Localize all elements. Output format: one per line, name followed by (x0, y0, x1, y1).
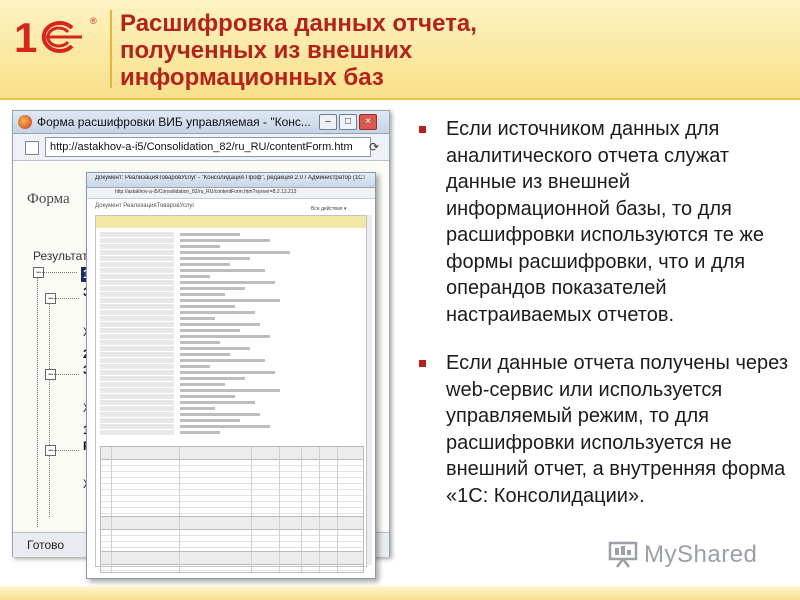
all-actions-menu[interactable]: Все действия ▾ (311, 206, 346, 212)
tree-connector (37, 277, 38, 527)
document-table-column-line (111, 517, 112, 555)
bullet-marker (419, 126, 426, 133)
document-window: Документ: РеализацияТоваровУслуг - "Конс… (86, 172, 376, 579)
firefox-icon (18, 115, 32, 129)
tree-connector (37, 272, 77, 273)
document-sheet (95, 215, 367, 573)
close-icon[interactable]: × (359, 114, 377, 130)
document-table (100, 516, 364, 556)
bullet-text: Если источником данных для аналитическог… (446, 118, 764, 326)
slide-header: 1 ® Расшифровка данных отчета, полученны… (0, 0, 800, 100)
document-table-header (101, 552, 363, 565)
1c-logo: 1 ® (14, 14, 97, 61)
document-table-column-line (179, 447, 180, 521)
page-icon (25, 141, 39, 155)
document-url[interactable]: http://astakhov-a-i5/Consolidation_82/ru… (115, 189, 370, 195)
result-label: Результат: (33, 249, 91, 263)
document-table-column-line (337, 517, 338, 555)
presentation-board-icon (608, 541, 638, 568)
slide-title: Расшифровка данных отчета, полученных из… (120, 10, 790, 91)
bullet-item: Если источником данных для аналитическог… (418, 116, 790, 328)
document-address-bar: http://astakhov-a-i5/Consolidation_82/ru… (87, 188, 375, 199)
document-table-column-line (279, 447, 280, 521)
document-table-header (101, 517, 363, 530)
document-window-titlebar: Документ: РеализацияТоваровУслуг - "Конс… (87, 173, 375, 188)
browser-titlebar: Форма расшифровки ВИБ управляемая - "Кон… (13, 111, 389, 134)
browser-address-bar: http://astakhov-a-i5/Consolidation_82/ru… (13, 134, 389, 161)
document-table-column-line (279, 517, 280, 555)
minimize-icon[interactable]: – (319, 114, 337, 130)
bullet-item: Если данные отчета получены через web-се… (418, 350, 790, 509)
document-table-row (101, 565, 363, 571)
myshared-watermark: MyShared (608, 538, 778, 572)
maximize-icon[interactable]: □ (339, 114, 357, 130)
form-label: Форма (27, 191, 70, 207)
document-table-column-line (111, 447, 112, 521)
bullet-text: Если данные отчета получены через web-се… (446, 352, 789, 507)
1c-logo-mark: 1 (14, 14, 82, 61)
tree-view: − − − − (33, 267, 83, 527)
status-text: Готово (27, 538, 65, 552)
document-table-column-line (251, 552, 252, 572)
document-title: Документ РеализацияТоваровУслуг (95, 203, 195, 209)
header-divider (110, 10, 112, 88)
footer-band (0, 586, 800, 600)
bullet-marker (419, 360, 426, 367)
document-table-column-line (251, 447, 252, 521)
document-sheet-header (96, 216, 366, 228)
document-table-column-line (279, 552, 280, 572)
tree-connector (49, 303, 50, 373)
browser-window-title: Форма расшифровки ВИБ управляемая - "Кон… (37, 115, 311, 129)
document-table-header (101, 447, 363, 460)
slide-title-line: Расшифровка данных отчета, (120, 10, 477, 37)
tree-connector (49, 450, 79, 451)
document-table-column-line (301, 552, 302, 572)
tree-connector (49, 374, 79, 375)
document-table-column-line (319, 517, 320, 555)
document-table-column-line (337, 447, 338, 521)
document-table (100, 551, 364, 573)
watermark-text: MyShared (644, 541, 758, 568)
tree-connector (49, 455, 50, 517)
logo-registered-mark: ® (90, 16, 97, 26)
slide-title-line: информационных баз (120, 64, 384, 91)
tree-connector (49, 379, 50, 449)
document-table-column-line (319, 447, 320, 521)
document-table-column-line (251, 517, 252, 555)
document-table-column-line (337, 552, 338, 572)
bullet-list: Если источником данных для аналитическог… (418, 116, 790, 509)
document-table-column-line (179, 552, 180, 572)
document-table (100, 446, 364, 522)
slide-title-line: полученных из внешних (120, 37, 413, 64)
document-window-title: Документ: РеализацияТоваровУслуг - "Конс… (95, 175, 365, 181)
tree-connector (49, 298, 79, 299)
svg-text:1: 1 (14, 14, 37, 58)
document-table-column-line (179, 517, 180, 555)
document-table-column-line (301, 517, 302, 555)
refresh-icon[interactable]: ⟳ (369, 140, 379, 154)
document-table-column-line (319, 552, 320, 572)
document-scrollbar[interactable] (367, 215, 372, 565)
document-table-column-line (111, 552, 112, 572)
document-table-column-line (301, 447, 302, 521)
url-input[interactable]: http://astakhov-a-i5/Consolidation_82/ru… (45, 137, 371, 157)
